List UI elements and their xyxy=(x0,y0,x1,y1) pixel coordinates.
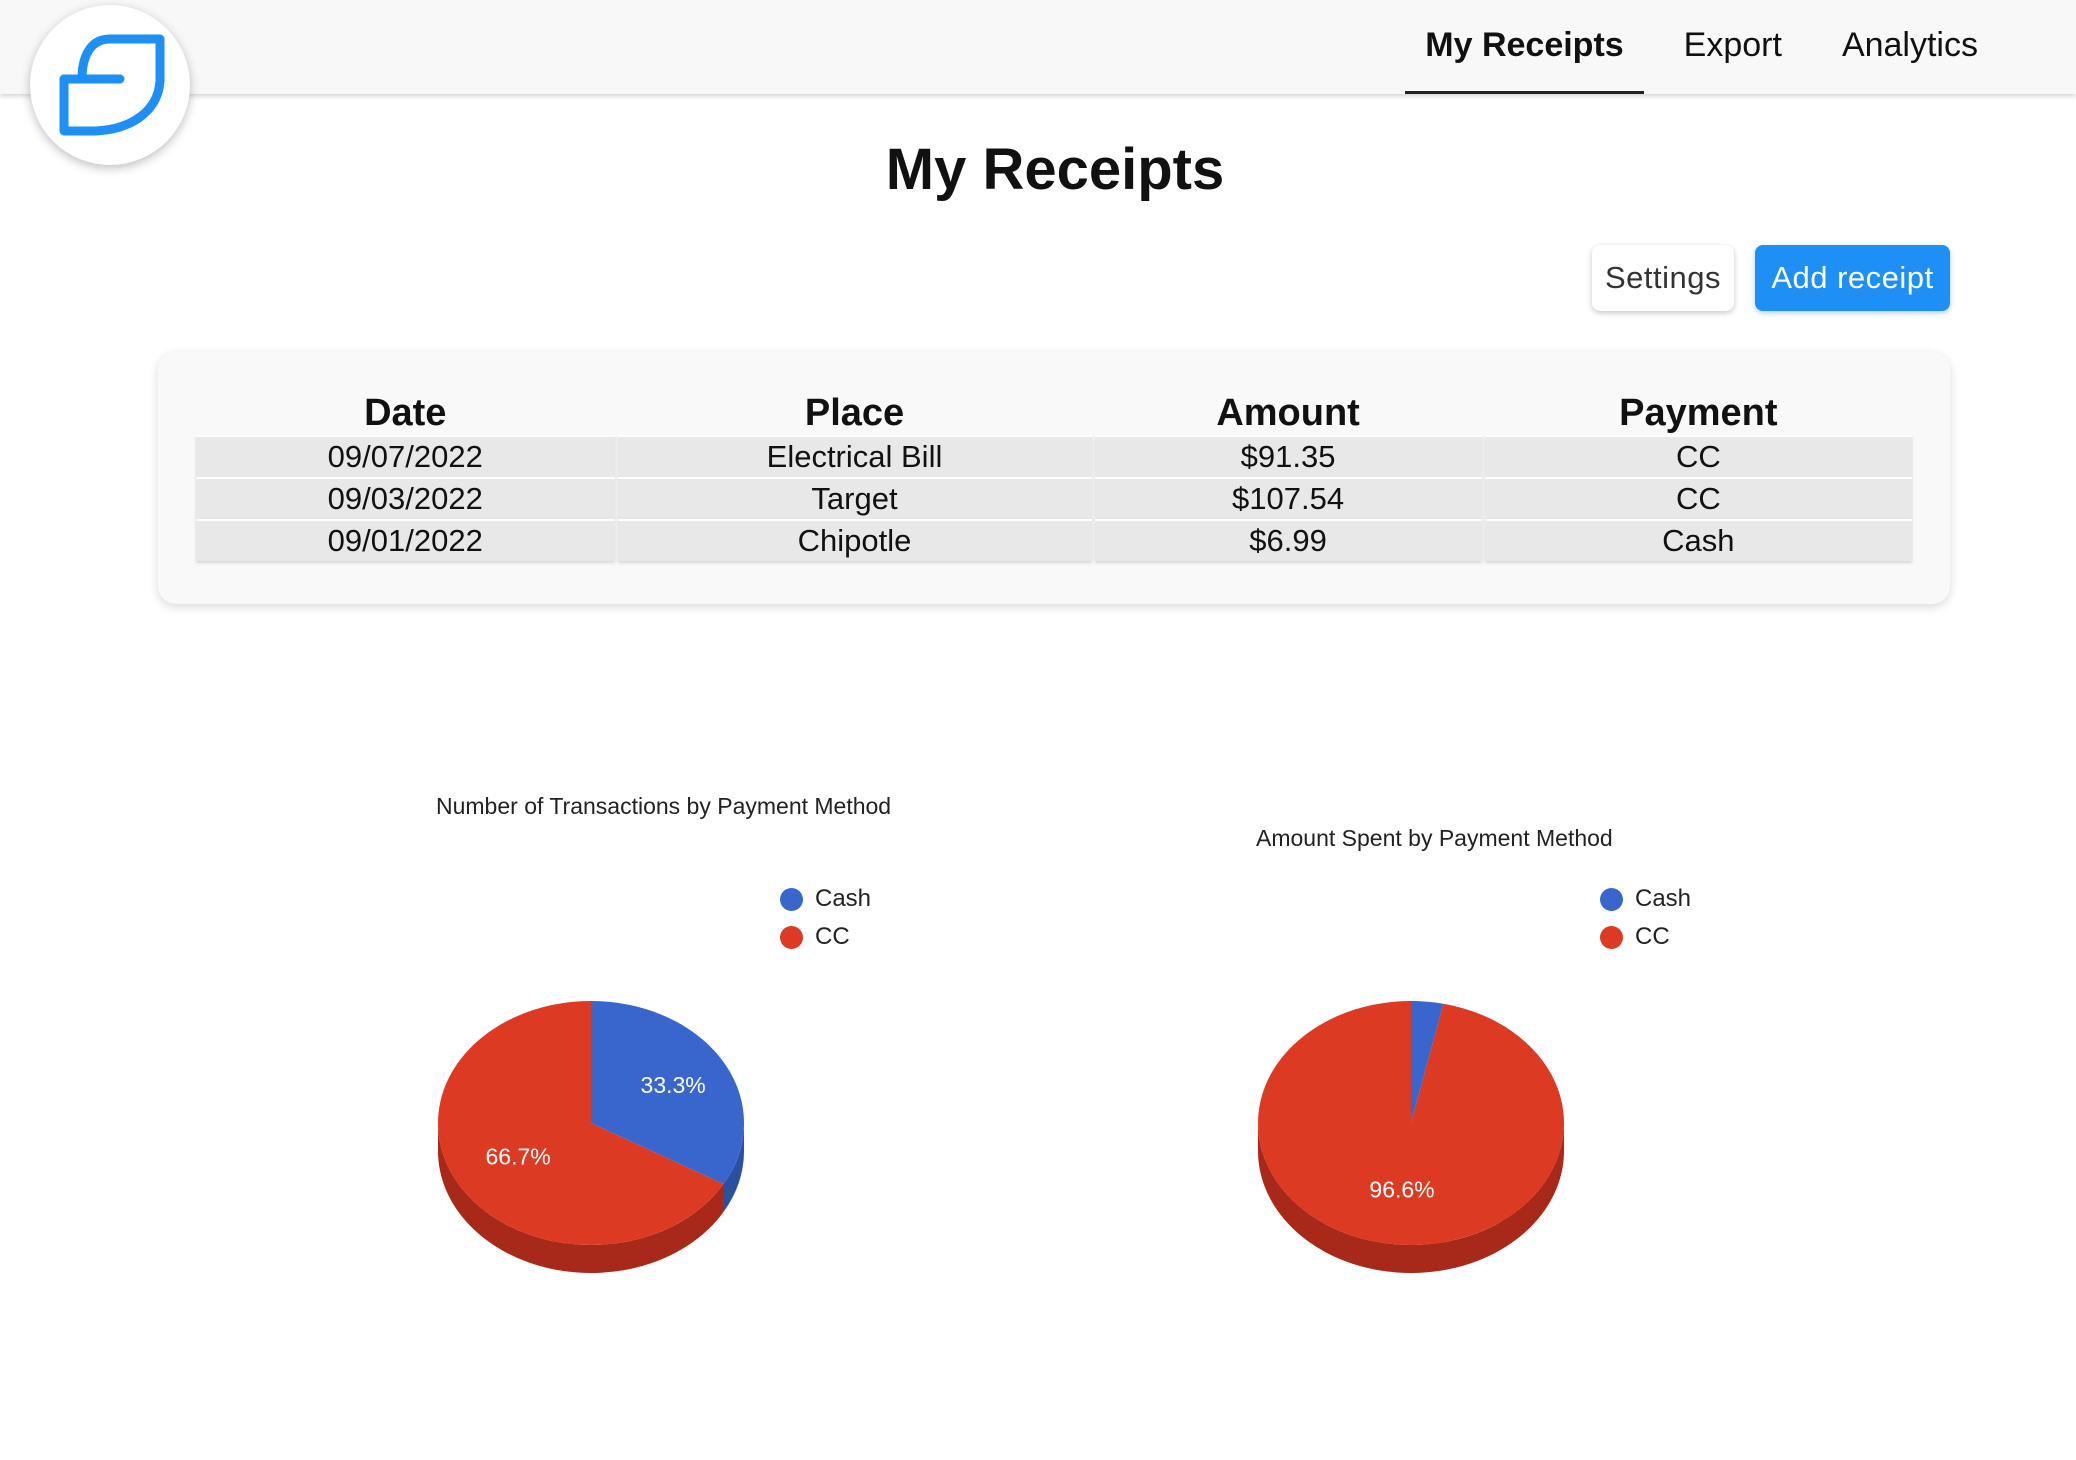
pie-chart: 96.6% xyxy=(1258,1001,1564,1273)
column-header-amount: Amount xyxy=(1216,392,1360,434)
cell-place: Electrical Bill xyxy=(617,435,1092,477)
legend-label: Cash xyxy=(815,885,872,912)
pie-chart: 33.3% 66.7% xyxy=(438,1001,744,1273)
settings-button[interactable]: Settings xyxy=(1592,245,1734,311)
chart-title: Number of Transactions by Payment Method xyxy=(436,793,892,819)
pie-slice-cc[interactable] xyxy=(1258,1001,1564,1245)
cell-date: 09/01/2022 xyxy=(196,519,615,561)
legend-swatch-cash xyxy=(780,887,803,911)
pie-label-cc: 96.6% xyxy=(1369,1177,1434,1203)
logo-icon xyxy=(59,34,165,136)
transactions-by-payment-chart: Number of Transactions by Payment Method… xyxy=(436,780,1076,1380)
column-header-date: Date xyxy=(364,392,447,434)
legend-item-cash[interactable]: Cash xyxy=(1600,880,1691,918)
main-nav: My Receipts Export Analytics xyxy=(1385,0,1998,94)
cell-amount: $6.99 xyxy=(1094,519,1482,561)
nav-tab-export[interactable]: Export xyxy=(1664,0,1802,94)
legend-swatch-cash xyxy=(1600,887,1623,911)
receipts-table-card: Date Place Amount Payment 09/07/2022 Ele… xyxy=(158,352,1950,604)
legend-label: CC xyxy=(815,923,850,950)
cell-amount: $91.35 xyxy=(1094,435,1482,477)
chart-title: Amount Spent by Payment Method xyxy=(1256,825,1613,851)
cell-amount: $107.54 xyxy=(1094,477,1482,519)
add-receipt-button[interactable]: Add receipt xyxy=(1755,245,1950,311)
table-header-row: Date Place Amount Payment xyxy=(196,392,1912,435)
chart-legend: Cash CC xyxy=(780,880,871,956)
page-title: My Receipts xyxy=(885,137,1225,202)
nav-tab-analytics[interactable]: Analytics xyxy=(1822,0,1998,94)
cell-payment: CC xyxy=(1484,477,1912,519)
column-header-place: Place xyxy=(804,392,905,434)
table-row[interactable]: 09/03/2022 Target $107.54 CC xyxy=(196,477,1912,519)
cell-date: 09/07/2022 xyxy=(196,435,615,477)
table-row[interactable]: 09/01/2022 Chipotle $6.99 Cash xyxy=(196,519,1912,561)
app-logo[interactable] xyxy=(30,5,190,165)
cell-place: Target xyxy=(617,477,1092,519)
legend-item-cash[interactable]: Cash xyxy=(780,880,871,918)
receipts-table: Date Place Amount Payment 09/07/2022 Ele… xyxy=(193,392,1915,561)
cell-payment: CC xyxy=(1484,435,1912,477)
cell-payment: Cash xyxy=(1484,519,1912,561)
cell-date: 09/03/2022 xyxy=(196,477,615,519)
pie-label-cc: 66.7% xyxy=(486,1144,551,1170)
chart-legend: Cash CC xyxy=(1600,880,1691,956)
legend-swatch-cc xyxy=(1600,925,1623,949)
pie-label-cash: 33.3% xyxy=(641,1072,706,1098)
legend-label: CC xyxy=(1635,923,1670,950)
legend-item-cc[interactable]: CC xyxy=(1600,918,1691,956)
column-header-payment: Payment xyxy=(1619,392,1778,434)
legend-item-cc[interactable]: CC xyxy=(780,918,871,956)
legend-label: Cash xyxy=(1635,885,1692,912)
table-row[interactable]: 09/07/2022 Electrical Bill $91.35 CC xyxy=(196,435,1912,477)
nav-tab-my-receipts[interactable]: My Receipts xyxy=(1405,0,1644,94)
cell-place: Chipotle xyxy=(617,519,1092,561)
legend-swatch-cc xyxy=(780,925,803,949)
amount-by-payment-chart: Amount Spent by Payment Method Cash CC 9… xyxy=(1256,780,1896,1380)
